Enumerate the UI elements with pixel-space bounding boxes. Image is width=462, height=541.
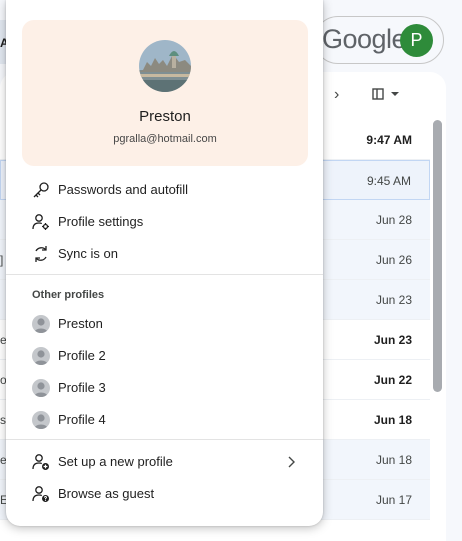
sync-icon bbox=[32, 245, 50, 263]
person-settings-icon bbox=[32, 213, 50, 231]
profile-settings-item[interactable]: Profile settings bbox=[6, 207, 323, 237]
key-icon bbox=[32, 181, 50, 199]
row-date: Jun 17 bbox=[375, 493, 412, 507]
other-profile-label: Profile 2 bbox=[58, 348, 106, 363]
other-profile-label: Preston bbox=[58, 316, 103, 331]
other-profile-item[interactable]: Profile 3 bbox=[6, 373, 323, 403]
row-date: Jun 22 bbox=[373, 373, 412, 387]
new-profile-item[interactable]: Set up a new profile bbox=[6, 447, 323, 477]
passwords-autofill-item[interactable]: Passwords and autofill bbox=[6, 175, 323, 205]
profile-avatar-icon bbox=[32, 379, 50, 397]
row-date: 9:47 AM bbox=[366, 133, 412, 147]
browse-as-guest-label: Browse as guest bbox=[58, 486, 155, 501]
other-profile-item[interactable]: Profile 4 bbox=[6, 405, 323, 435]
other-profile-item[interactable]: Preston bbox=[6, 309, 323, 339]
profile-settings-label: Profile settings bbox=[58, 214, 144, 229]
account-avatar[interactable]: P bbox=[400, 24, 433, 57]
profile-menu: Preston pgralla@hotmail.com Passwords an… bbox=[6, 0, 323, 526]
profile-avatar-icon bbox=[32, 315, 50, 333]
google-logo: Google bbox=[322, 24, 407, 54]
sync-label: Sync is on bbox=[58, 246, 118, 261]
chevron-right-icon bbox=[286, 453, 298, 471]
row-date: Jun 23 bbox=[373, 333, 412, 347]
profile-email: pgralla@hotmail.com bbox=[113, 133, 217, 145]
sync-item[interactable]: Sync is on bbox=[6, 239, 323, 269]
divider bbox=[6, 274, 323, 275]
row-date: Jun 18 bbox=[373, 413, 412, 427]
profile-avatar-icon bbox=[32, 347, 50, 365]
row-sender-fragment: ] bbox=[0, 253, 4, 267]
profile-photo bbox=[139, 40, 191, 92]
divider bbox=[6, 439, 323, 440]
other-profile-item[interactable]: Profile 2 bbox=[6, 341, 323, 371]
other-profiles-heading: Other profiles bbox=[32, 289, 105, 301]
row-date: Jun 26 bbox=[375, 253, 412, 267]
profile-card: Preston pgralla@hotmail.com bbox=[22, 20, 308, 166]
guest-icon bbox=[32, 485, 50, 503]
other-profile-label: Profile 3 bbox=[58, 380, 106, 395]
row-date: Jun 28 bbox=[375, 213, 412, 227]
scrollbar-thumb[interactable] bbox=[433, 120, 442, 392]
other-profile-label: Profile 4 bbox=[58, 412, 106, 427]
row-date: Jun 18 bbox=[375, 453, 412, 467]
new-profile-label: Set up a new profile bbox=[58, 454, 173, 469]
account-initial: P bbox=[410, 30, 423, 50]
split-view-toggle[interactable] bbox=[372, 88, 400, 103]
row-date: 9:45 AM bbox=[366, 174, 411, 188]
browse-as-guest-item[interactable]: Browse as guest bbox=[6, 479, 323, 509]
profile-name: Preston bbox=[139, 108, 191, 125]
passwords-autofill-label: Passwords and autofill bbox=[58, 182, 189, 197]
screen: A Google P › 9:47 AM 9:45 AM Jun 28 ] Ju… bbox=[0, 0, 462, 541]
row-date: Jun 23 bbox=[375, 293, 412, 307]
add-person-icon bbox=[32, 453, 50, 471]
profile-avatar-icon bbox=[32, 411, 50, 429]
next-page-icon[interactable]: › bbox=[334, 86, 339, 104]
